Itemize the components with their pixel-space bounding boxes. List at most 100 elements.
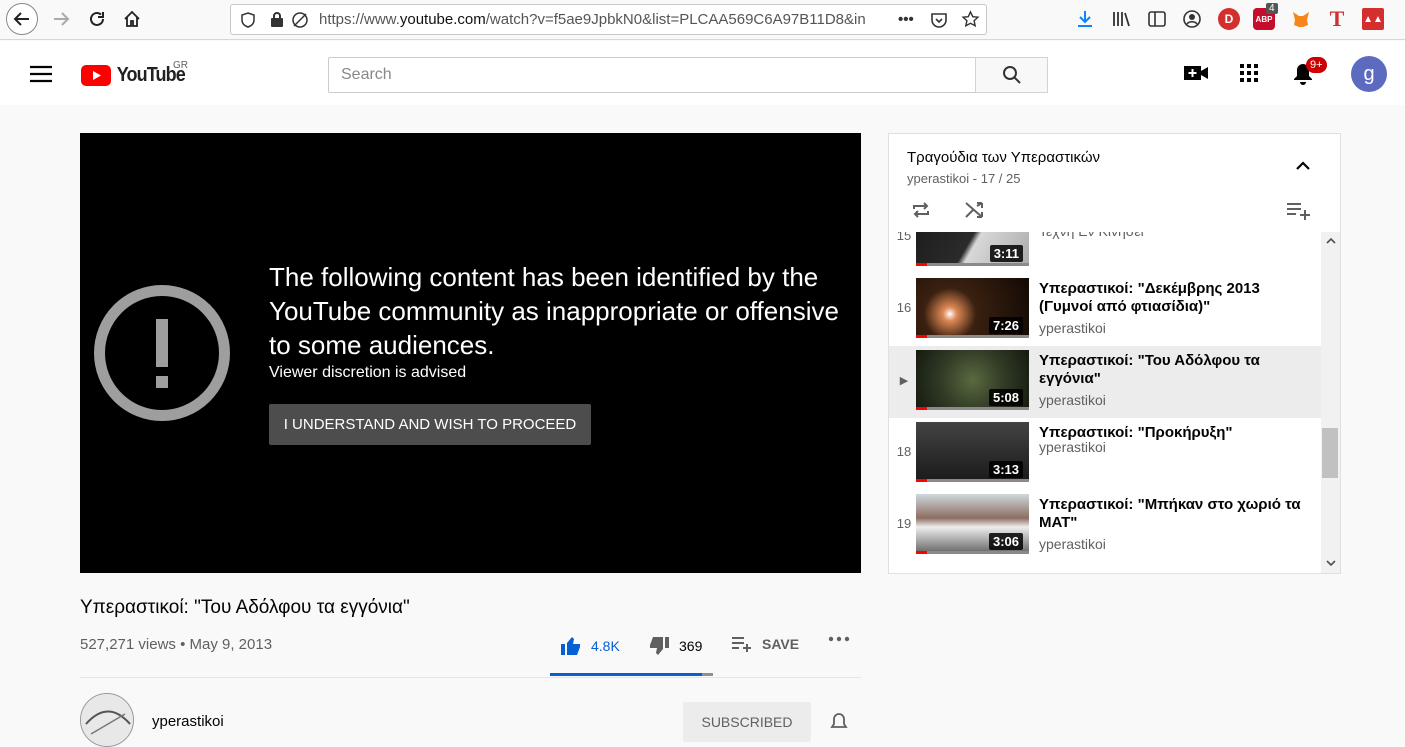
- channel-avatar-image: [81, 694, 133, 746]
- scroll-down-icon[interactable]: [1326, 560, 1336, 566]
- home-button[interactable]: [117, 4, 147, 34]
- watch-progress-remaining: [927, 551, 1029, 554]
- bookmark-star-icon[interactable]: [961, 10, 980, 29]
- playlist-add-icon: [732, 637, 751, 652]
- dislike-count: 369: [679, 638, 703, 654]
- playlist-panel: Τραγούδια των Υπεραστικών yperastikoi - …: [888, 133, 1341, 574]
- watch-progress-remaining: [927, 335, 1029, 338]
- url-domain: youtube.com: [399, 11, 486, 28]
- pocket-icon[interactable]: [930, 11, 948, 29]
- home-icon: [124, 10, 140, 27]
- more-horizontal-icon: [828, 636, 850, 642]
- youtube-header: YouTube GR Search 9+ g: [0, 41, 1405, 105]
- playlist-item-index: 19: [896, 516, 912, 531]
- metamask-fox-icon[interactable]: [1290, 8, 1312, 30]
- playlist-item-index: 16: [896, 300, 912, 315]
- content-warning-message: The following content has been identifie…: [269, 262, 839, 360]
- subscribe-button[interactable]: SUBSCRIBED: [683, 702, 811, 742]
- chevron-up-icon[interactable]: [1295, 161, 1311, 171]
- country-code: GR: [173, 60, 188, 71]
- watch-progress-bar: [916, 407, 928, 410]
- account-icon[interactable]: [1181, 8, 1203, 30]
- dislike-button[interactable]: 369: [648, 636, 702, 656]
- playlist-item-thumbnail[interactable]: 3:06: [916, 494, 1029, 554]
- like-button[interactable]: 4.8K: [560, 636, 620, 656]
- lock-icon[interactable]: [269, 11, 285, 28]
- adblock-badge: 4: [1266, 3, 1278, 14]
- extension-d-icon[interactable]: D: [1218, 8, 1240, 30]
- playlist-item-thumbnail[interactable]: 5:08: [916, 350, 1029, 410]
- extension-t-icon[interactable]: T: [1326, 6, 1348, 31]
- playlist-item-duration: 3:11: [989, 245, 1023, 262]
- watch-progress-remaining: [927, 263, 1029, 266]
- playlist-title[interactable]: Τραγούδια των Υπεραστικών: [907, 149, 1100, 166]
- playlist-item-title[interactable]: Υπεραστικοί: "Μπήκαν στο χωριό τα ΜΑΤ": [1039, 496, 1314, 532]
- notification-bell-icon[interactable]: [830, 712, 848, 732]
- autoplay-blocked-icon[interactable]: [291, 11, 309, 29]
- playlist-scrollbar[interactable]: [1321, 232, 1340, 573]
- playlist-position: 17 / 25: [980, 171, 1021, 186]
- watch-progress-bar: [916, 551, 928, 554]
- page-actions-menu[interactable]: •••: [898, 11, 914, 28]
- playlist-item-thumbnail[interactable]: Ο Ελληνάρας3:11: [916, 232, 1029, 266]
- scrollbar-thumb[interactable]: [1322, 428, 1338, 478]
- download-icon[interactable]: [1074, 8, 1096, 30]
- back-button[interactable]: [6, 3, 38, 35]
- playlist-item-title[interactable]: Υπεραστικοί: "Δεκέμβρης 2013 (Γυμνοί από…: [1039, 280, 1314, 316]
- playlist-item-thumbnail[interactable]: 3:13: [916, 422, 1029, 482]
- playlist-add-icon[interactable]: [1287, 202, 1311, 220]
- playlist-separator: -: [972, 171, 981, 186]
- watch-progress-bar: [916, 479, 928, 482]
- playlist-item-channel: yperastikoi: [1039, 392, 1106, 408]
- url-text[interactable]: https://www.youtube.com/watch?v=f5ae9Jpb…: [319, 11, 901, 28]
- more-actions-button[interactable]: [828, 636, 850, 642]
- playlist-item-channel: Τέχνη Εν Κινήσει: [1039, 232, 1144, 239]
- search-button[interactable]: [975, 57, 1048, 93]
- url-bar[interactable]: https://www.youtube.com/watch?v=f5ae9Jpb…: [230, 4, 987, 35]
- like-count: 4.8K: [591, 638, 620, 654]
- create-video-icon[interactable]: [1184, 64, 1208, 82]
- menu-hamburger-icon[interactable]: [30, 65, 52, 83]
- forward-button[interactable]: [46, 4, 76, 34]
- search-input[interactable]: Search: [328, 57, 976, 93]
- playlist-item-thumbnail[interactable]: 7:26: [916, 278, 1029, 338]
- library-icon[interactable]: [1110, 8, 1132, 30]
- user-avatar[interactable]: g: [1351, 56, 1387, 92]
- playlist-owner[interactable]: yperastikoi: [907, 171, 969, 186]
- playlist-item-duration: 5:08: [988, 389, 1023, 406]
- notification-count-badge: 9+: [1306, 57, 1327, 73]
- save-button[interactable]: SAVE: [732, 636, 799, 652]
- playlist-item[interactable]: 15Ο Ελληνάρας3:11Υπεραστικοί - Ο Ελληναρ…: [889, 232, 1321, 274]
- playlist-item[interactable]: 18 3:13 Υπεραστικοί: "Προκήρυξη" yperastiko…: [889, 418, 1321, 490]
- arrow-right-icon: [54, 12, 70, 26]
- warning-icon-bar: [156, 319, 168, 367]
- playlist-item[interactable]: ▶ 5:08 Υπεραστικοί: "Του Αδόλφου τα εγγόνι…: [889, 346, 1321, 418]
- channel-avatar[interactable]: [80, 693, 134, 747]
- channel-name[interactable]: yperastikoi: [152, 713, 224, 730]
- video-player[interactable]: The following content has been identifie…: [80, 133, 861, 573]
- youtube-play-logo-icon: [81, 65, 111, 86]
- shield-icon[interactable]: [240, 12, 256, 28]
- shuffle-icon[interactable]: [964, 200, 986, 220]
- playlist-item[interactable]: 16 7:26 Υπεραστικοί: "Δεκέμβρης 2013 (Γυμν…: [889, 274, 1321, 346]
- watch-progress-remaining: [927, 479, 1029, 482]
- reload-button[interactable]: [82, 4, 112, 34]
- playlist-subtitle: yperastikoi - 17 / 25: [907, 171, 1020, 186]
- watch-progress-bar: [916, 335, 928, 338]
- url-path: /watch?v=f5ae9JpbkN0&list=PLCAA569C6A97B…: [485, 11, 866, 28]
- browser-toolbar: https://www.youtube.com/watch?v=f5ae9Jpb…: [0, 0, 1405, 40]
- save-label: SAVE: [762, 636, 800, 652]
- reload-icon: [90, 11, 104, 26]
- like-ratio-fill: [550, 673, 702, 676]
- youtube-logo[interactable]: YouTube GR: [81, 60, 189, 87]
- proceed-button[interactable]: I UNDERSTAND AND WISH TO PROCEED: [269, 404, 591, 445]
- sidebar-icon[interactable]: [1146, 8, 1168, 30]
- scroll-up-icon[interactable]: [1326, 238, 1336, 244]
- extension-red-square-icon[interactable]: ▲▲: [1362, 8, 1384, 30]
- warning-exclamation-icon: [94, 285, 230, 421]
- playlist-item[interactable]: 19 3:06 Υπεραστικοί: "Μπήκαν στο χωριό τα …: [889, 490, 1321, 562]
- loop-icon[interactable]: [910, 200, 932, 220]
- playlist-item-title[interactable]: Υπεραστικοί: "Του Αδόλφου τα εγγόνια": [1039, 352, 1314, 388]
- apps-grid-icon[interactable]: [1240, 64, 1258, 82]
- thumbs-up-icon: [561, 637, 580, 655]
